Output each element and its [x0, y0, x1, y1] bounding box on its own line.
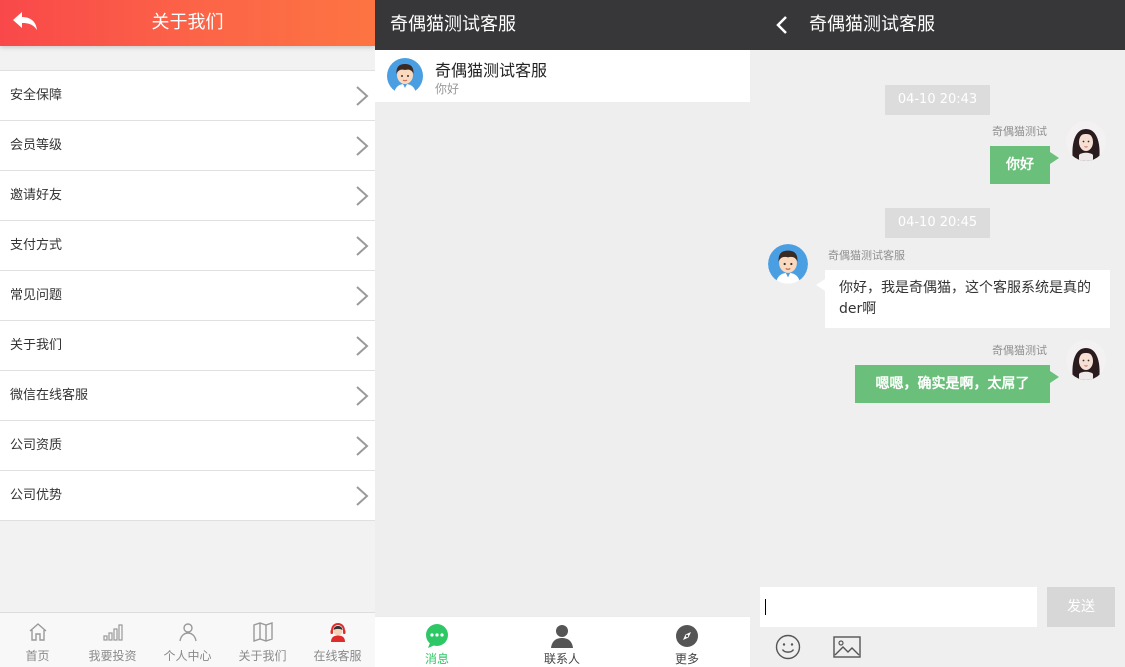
tab-label: 在线客服 [313, 649, 362, 663]
conversation-list-header: 奇偶猫测试客服 [375, 0, 750, 50]
chevron-right-icon [356, 186, 369, 206]
about-header: 关于我们 [0, 0, 375, 46]
tab-invest[interactable]: 我要投资 [75, 613, 150, 667]
menu-item-label: 关于我们 [10, 338, 63, 353]
chevron-right-icon [356, 336, 369, 356]
menu-item-payment-methods[interactable]: 支付方式 [0, 221, 375, 271]
chevron-left-icon[interactable] [774, 14, 790, 36]
girl-avatar-icon[interactable] [1066, 121, 1106, 161]
menu-item-label: 安全保障 [10, 88, 63, 103]
tab-about-us[interactable]: 关于我们 [225, 613, 300, 667]
menu-item-security[interactable]: 安全保障 [0, 71, 375, 121]
chevron-right-icon [356, 436, 369, 456]
tab-messages[interactable]: 消息 [387, 617, 487, 667]
text-cursor [765, 599, 766, 615]
menu-item-faq[interactable]: 常见问题 [0, 271, 375, 321]
person-icon [551, 625, 573, 648]
customer-service-icon [330, 622, 345, 642]
menu-item-label: 会员等级 [10, 138, 63, 153]
tab-label: 我要投资 [88, 649, 137, 663]
compass-icon [676, 625, 698, 647]
boy-avatar-icon[interactable] [768, 244, 808, 284]
conversation-name: 奇偶猫测试客服 [435, 61, 548, 80]
tab-contacts[interactable]: 联系人 [512, 617, 612, 667]
menu-item-label: 公司优势 [10, 488, 63, 503]
user-icon [178, 623, 197, 642]
message-sender: 奇偶猫测试 [992, 125, 1047, 138]
message-timestamp: 04-10 20:43 [885, 85, 990, 115]
conversation-item[interactable]: 奇偶猫测试客服 你好 [375, 50, 750, 102]
tab-online-support[interactable]: 在线客服 [300, 613, 375, 667]
page-title: 奇偶猫测试客服 [809, 14, 935, 35]
girl-avatar-icon[interactable] [1066, 340, 1106, 380]
image-icon[interactable] [833, 636, 861, 658]
app-screens: 关于我们 安全保障 会员等级 邀请好友 支付方式 常见问题 关于我们 微信在线客… [0, 0, 1125, 667]
menu-item-company-qualification[interactable]: 公司资质 [0, 421, 375, 471]
about-us-screen: 关于我们 安全保障 会员等级 邀请好友 支付方式 常见问题 关于我们 微信在线客… [0, 0, 375, 667]
bubble-tail [1050, 152, 1059, 164]
about-menu-list: 安全保障 会员等级 邀请好友 支付方式 常见问题 关于我们 微信在线客服 公司资… [0, 70, 375, 521]
chevron-right-icon [356, 286, 369, 306]
chevron-right-icon [356, 486, 369, 506]
signal-bars-icon [102, 624, 123, 641]
tab-label: 联系人 [543, 652, 580, 666]
message-bubble: 你好，我是奇偶猫，这个客服系统是真的der啊 [825, 270, 1110, 328]
bottom-tab-bar: 消息 联系人 更多 [375, 616, 750, 667]
tab-home[interactable]: 首页 [0, 613, 75, 667]
tab-label: 首页 [25, 649, 50, 663]
bottom-tab-bar: 首页 我要投资 个人中心 关于我们 在线客服 [0, 612, 375, 667]
chevron-right-icon [356, 386, 369, 406]
bubble-tail [1050, 371, 1059, 383]
chat-header: 奇偶猫测试客服 [750, 0, 1125, 50]
map-icon [252, 622, 273, 642]
conversation-list-screen: 奇偶猫测试客服 奇偶猫测试客服 你好 消息 联系人 更多 [375, 0, 750, 667]
message-sender: 奇偶猫测试 [992, 344, 1047, 357]
conversation-last-message: 你好 [435, 82, 460, 96]
tab-personal-center[interactable]: 个人中心 [150, 613, 225, 667]
chevron-right-icon [356, 86, 369, 106]
message-sender: 奇偶猫测试客服 [828, 249, 905, 262]
menu-item-label: 常见问题 [10, 288, 63, 303]
menu-item-company-advantages[interactable]: 公司优势 [0, 471, 375, 521]
message-bubble: 嗯嗯，确实是啊，太屌了 [855, 365, 1050, 403]
page-title: 奇偶猫测试客服 [390, 14, 516, 35]
chevron-right-icon [356, 236, 369, 256]
chevron-right-icon [356, 136, 369, 156]
menu-item-invite-friends[interactable]: 邀请好友 [0, 171, 375, 221]
chat-bubble-icon [426, 624, 448, 648]
tab-more[interactable]: 更多 [637, 617, 737, 667]
menu-item-membership-level[interactable]: 会员等级 [0, 121, 375, 171]
tab-label: 更多 [674, 652, 699, 666]
menu-item-label: 支付方式 [10, 238, 63, 253]
menu-item-label: 邀请好友 [10, 188, 63, 203]
menu-item-wechat-support[interactable]: 微信在线客服 [0, 371, 375, 421]
message-bubble: 你好 [990, 146, 1050, 184]
send-button[interactable]: 发送 [1047, 587, 1115, 627]
message-input[interactable] [760, 587, 1037, 627]
menu-item-about-us[interactable]: 关于我们 [0, 321, 375, 371]
emoji-icon[interactable] [775, 634, 801, 660]
bubble-tail [816, 279, 825, 291]
message-timestamp: 04-10 20:45 [885, 208, 990, 238]
boy-avatar-icon [387, 58, 423, 94]
tab-label: 关于我们 [238, 649, 287, 663]
page-title: 关于我们 [151, 12, 224, 33]
menu-item-label: 微信在线客服 [10, 388, 89, 403]
chat-screen: 奇偶猫测试客服 04-10 20:43 奇偶猫测试 你好 04-10 20:45 [750, 0, 1125, 667]
tab-label: 个人中心 [163, 649, 212, 663]
menu-item-label: 公司资质 [10, 438, 63, 453]
home-icon [29, 623, 46, 641]
tab-label: 消息 [424, 652, 449, 666]
